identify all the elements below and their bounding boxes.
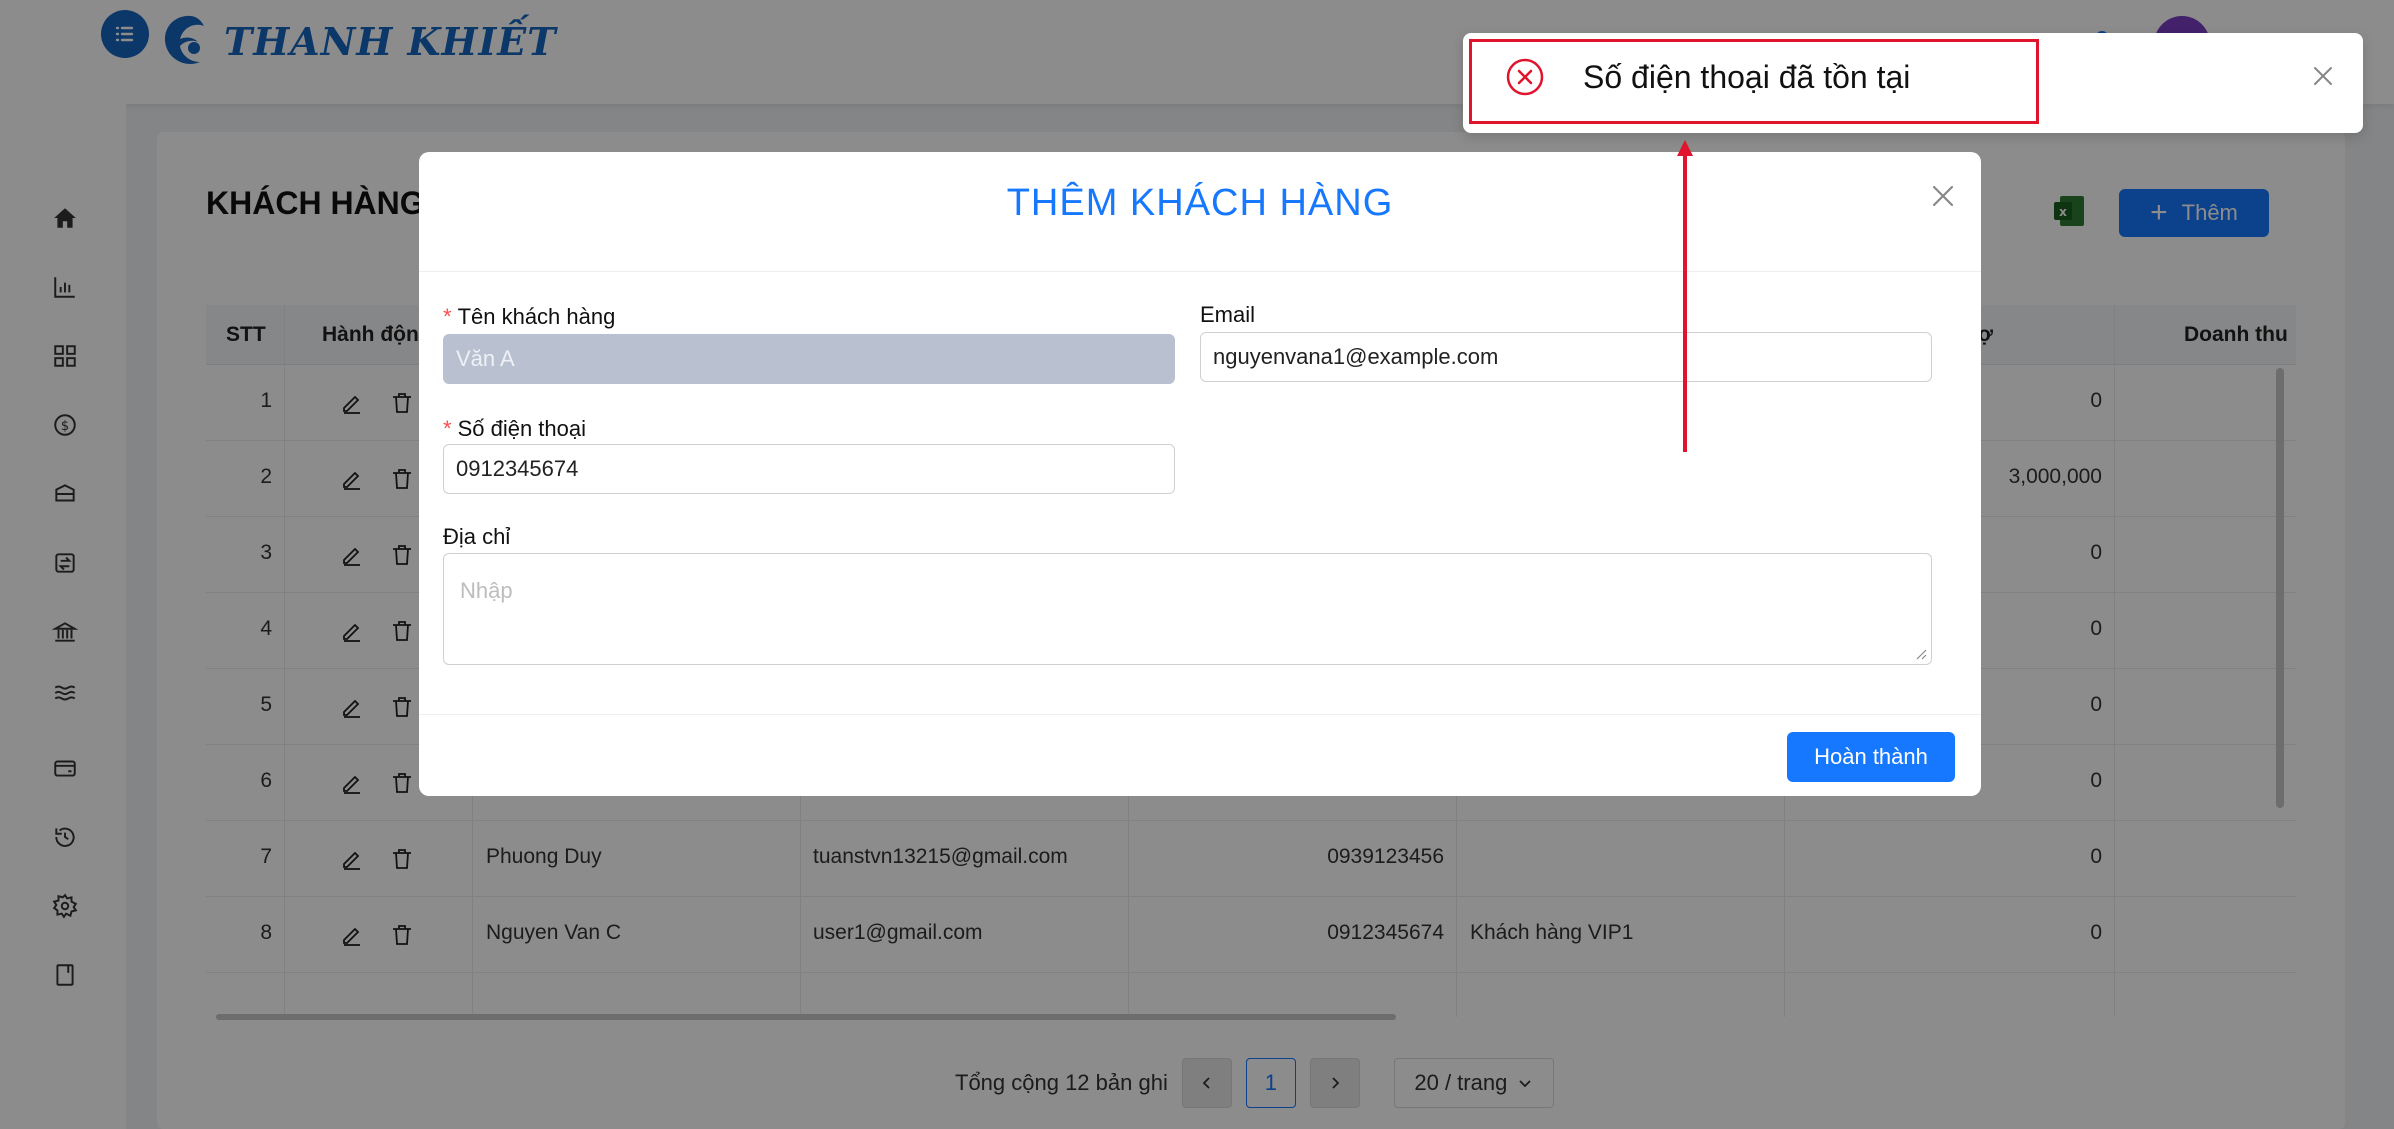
address-field-label: Địa chỉ (443, 524, 511, 549)
modal-title: THÊM KHÁCH HÀNG (1006, 182, 1394, 224)
phone-field-label: * Số điện thoại (443, 416, 586, 442)
required-mark: * (443, 416, 452, 441)
address-placeholder: Nhập (460, 578, 513, 603)
customer-name-field[interactable]: Văn A (443, 334, 1175, 384)
close-icon[interactable] (2310, 63, 2336, 89)
customer-name-value: Văn A (456, 346, 515, 371)
email-field-label: Email (1200, 302, 1256, 327)
email-value: nguyenvana1@example.com (1213, 344, 1499, 369)
phone-field[interactable]: 0912345674 (443, 444, 1175, 494)
error-icon (1506, 58, 1544, 96)
name-label-text: Tên khách hàng (457, 304, 616, 329)
error-toast: Số điện thoại đã tồn tại (1463, 33, 2363, 133)
required-mark: * (443, 304, 452, 329)
modal-footer-divider (419, 714, 1981, 715)
annotation-arrow-icon (1677, 140, 1693, 452)
email-field[interactable]: nguyenvana1@example.com (1200, 332, 1932, 382)
name-field-label: * Tên khách hàng (443, 304, 615, 330)
address-textarea[interactable]: Nhập (443, 553, 1932, 665)
phone-value: 0912345674 (456, 456, 579, 481)
modal-header-divider (419, 271, 1981, 272)
submit-button[interactable]: Hoàn thành (1787, 732, 1955, 782)
toast-message: Số điện thoại đã tồn tại (1583, 59, 1911, 95)
close-icon[interactable] (1929, 182, 1957, 210)
add-customer-modal: THÊM KHÁCH HÀNG * Tên khách hàng Văn A Em… (419, 152, 1981, 796)
phone-label-text: Số điện thoại (457, 416, 586, 441)
resize-handle-icon[interactable] (1915, 648, 1927, 660)
